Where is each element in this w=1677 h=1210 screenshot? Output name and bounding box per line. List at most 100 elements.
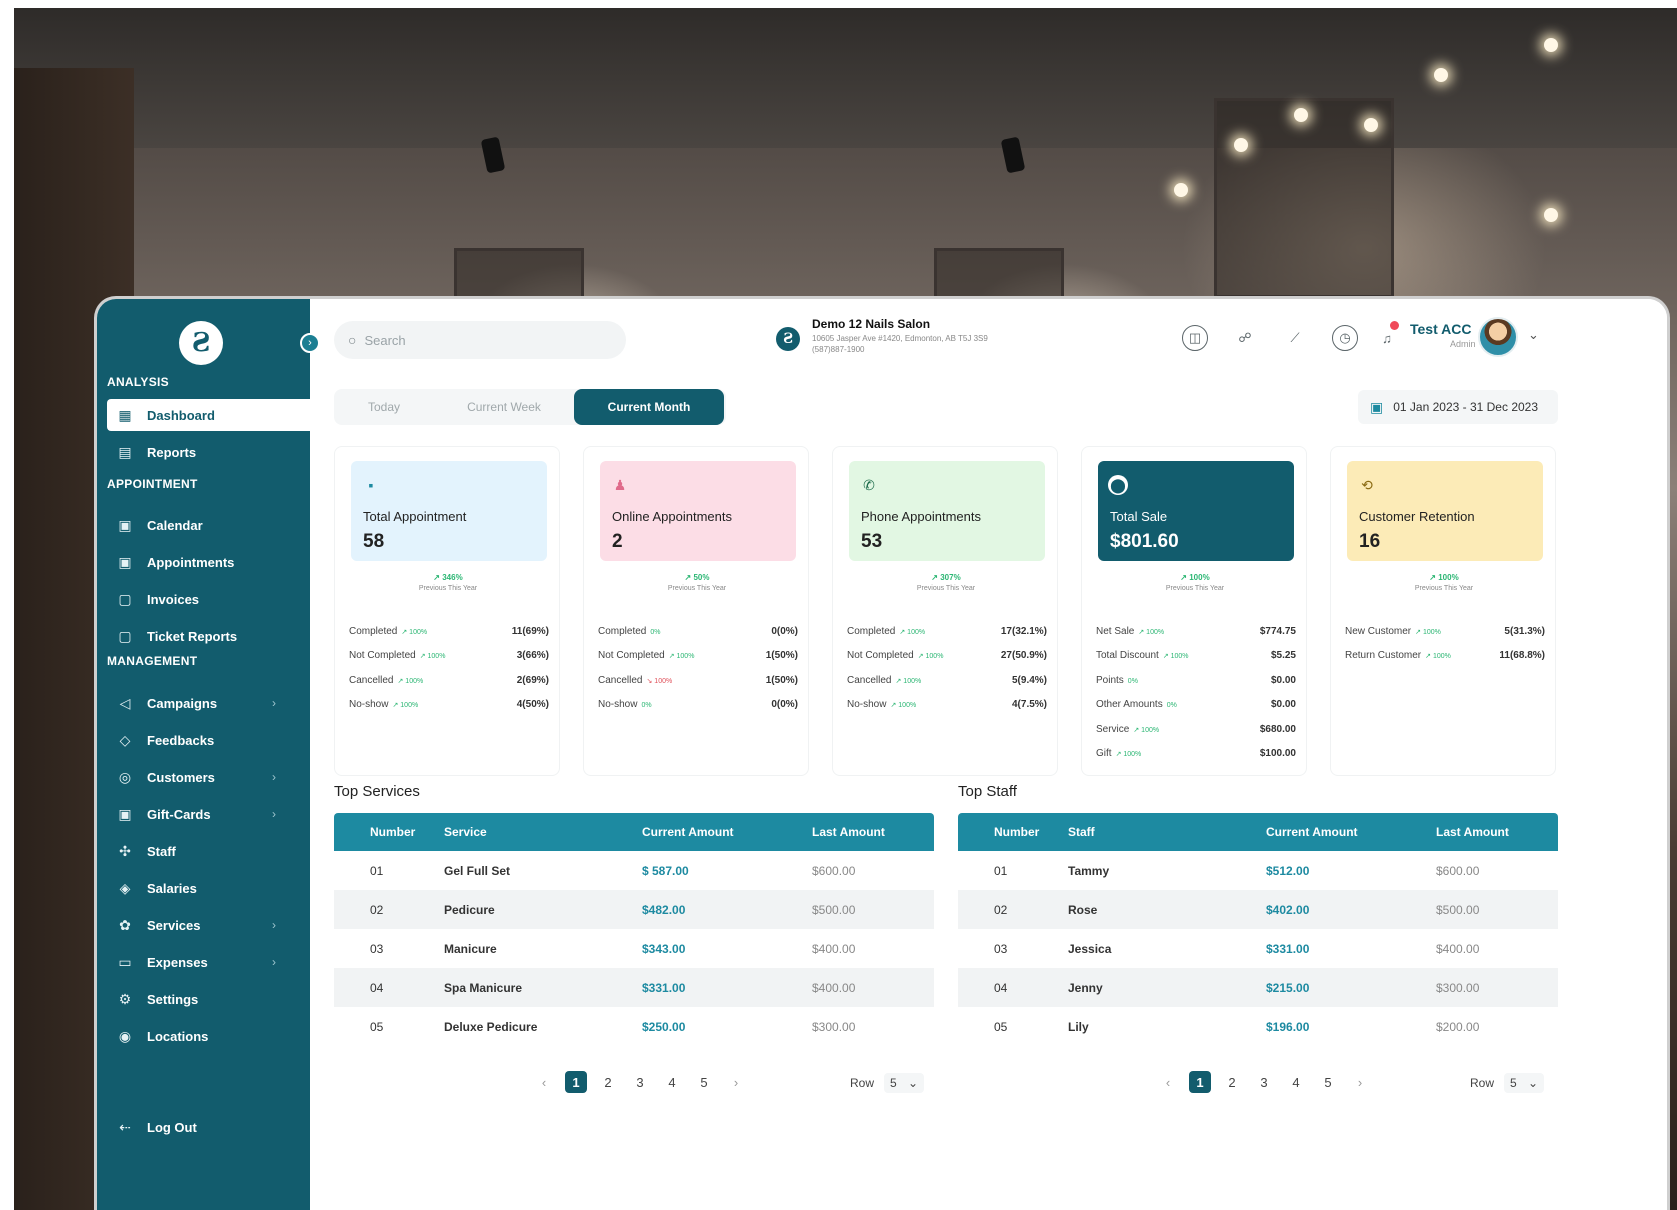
- chart-icon[interactable]: ⟋: [1282, 325, 1308, 351]
- column-header[interactable]: Current Amount: [1266, 825, 1436, 839]
- sidebar-item-services[interactable]: ✿ Services ›: [107, 909, 310, 941]
- column-header[interactable]: Staff: [1068, 825, 1266, 839]
- salon-phone: (587)887-1900: [812, 345, 865, 354]
- table-cell: $500.00: [812, 902, 856, 917]
- sidebar-item-settings[interactable]: ⚙ Settings: [107, 983, 310, 1015]
- page-number[interactable]: 3: [1248, 1075, 1280, 1090]
- sidebar-item-label: Expenses: [147, 954, 208, 970]
- stat-card-rows: Completed ↗ 100% 11(69%) Not Completed ↗ 1…: [349, 619, 549, 717]
- sidebar-item-staff[interactable]: ✣ Staff: [107, 835, 310, 867]
- column-header[interactable]: Current Amount: [642, 825, 812, 839]
- stat-card-phone-appointments[interactable]: ✆ Phone Appointments 53 ↗ 307% Previous …: [832, 446, 1058, 776]
- stat-row-value: 0(0%): [771, 699, 798, 711]
- stat-row-value: $774.75: [1259, 625, 1296, 637]
- page-number[interactable]: 3: [624, 1075, 656, 1090]
- chevron-down-icon[interactable]: ⌄: [1528, 327, 1539, 343]
- logout-button[interactable]: ⇠ Log Out: [107, 1111, 310, 1143]
- table-row[interactable]: 02 Rose $402.00 $500.00: [958, 890, 1558, 929]
- date-range-picker[interactable]: ▣ 01 Jan 2023 - 31 Dec 2023: [1358, 390, 1558, 424]
- avatar[interactable]: [1478, 317, 1518, 357]
- sidebar-item-label: Customers: [147, 769, 215, 785]
- stat-card-trend-caption: Previous This Year: [1165, 585, 1225, 592]
- stat-row-value: 1(50%): [765, 650, 798, 662]
- table-cell: $331.00: [642, 980, 686, 995]
- stat-row-label: No-show ↗ 100%: [349, 699, 418, 710]
- tab-current-week[interactable]: Current Week: [434, 389, 574, 425]
- table-row[interactable]: 04 Jenny $215.00 $300.00: [958, 968, 1558, 1007]
- sidebar-item-dashboard[interactable]: ▦ Dashboard: [107, 399, 310, 431]
- sidebar-item-expenses[interactable]: ▭ Expenses ›: [107, 946, 310, 978]
- table-cell: $400.00: [812, 941, 856, 956]
- stat-card-online-appointments[interactable]: ♟ Online Appointments 2 ↗ 50% Previous T…: [583, 446, 809, 776]
- chevron-right-icon[interactable]: ›: [1344, 1075, 1376, 1090]
- stat-row-value: 4(50%): [516, 699, 549, 711]
- stat-row-label: Cancelled ↗ 100%: [847, 675, 921, 686]
- page-number[interactable]: 4: [656, 1075, 688, 1090]
- user-role: Admin: [1450, 339, 1476, 349]
- sidebar-item-calendar[interactable]: ▣ Calendar: [107, 509, 310, 541]
- tab-current-month[interactable]: Current Month: [574, 389, 724, 425]
- table-row[interactable]: 01 Tammy $512.00 $600.00: [958, 851, 1558, 890]
- page-number[interactable]: 1: [565, 1071, 587, 1093]
- table-row[interactable]: 03 Jessica $331.00 $400.00: [958, 929, 1558, 968]
- table-row[interactable]: 05 Lily $196.00 $200.00: [958, 1007, 1558, 1046]
- chevron-right-icon[interactable]: ›: [720, 1075, 752, 1090]
- gear-icon: ⚙: [118, 991, 132, 1007]
- table-row[interactable]: 04 Spa Manicure $331.00 $400.00: [334, 968, 934, 1007]
- column-header[interactable]: Number: [958, 825, 1068, 839]
- stat-card-total-appointment[interactable]: ▪ Total Appointment 58 ↗ 346% Previous T…: [334, 446, 560, 776]
- row-dropdown[interactable]: 5 ⌄: [884, 1073, 925, 1093]
- user-name[interactable]: Test ACC: [1410, 321, 1471, 337]
- page-number[interactable]: 2: [1216, 1075, 1248, 1090]
- stat-row-value: $100.00: [1259, 748, 1296, 760]
- page-number[interactable]: 2: [592, 1075, 624, 1090]
- top-services-table: Number Service Current Amount Last Amount 01…: [334, 813, 934, 1046]
- sidebar-item-appointments[interactable]: ▣ Appointments: [107, 546, 310, 578]
- page-number[interactable]: 4: [1280, 1075, 1312, 1090]
- page-number[interactable]: 5: [688, 1075, 720, 1090]
- card-icon: ♟: [613, 476, 627, 493]
- column-header[interactable]: Last Amount: [812, 825, 934, 839]
- table-row[interactable]: 01 Gel Full Set $ 587.00 $600.00: [334, 851, 934, 890]
- feedback-icon: ◇: [119, 732, 131, 748]
- stat-row-label: Total Discount ↗ 100%: [1096, 650, 1189, 661]
- sidebar-item-customers[interactable]: ◎ Customers ›: [107, 761, 310, 793]
- chevron-left-icon[interactable]: ‹: [528, 1075, 560, 1090]
- app-logo-icon[interactable]: Ƨ: [179, 321, 223, 365]
- sidebar-item-ticket-reports[interactable]: ▢ Ticket Reports: [107, 620, 310, 652]
- search-input[interactable]: ○ Search: [334, 321, 626, 359]
- sidebar-item-salaries[interactable]: ◈ Salaries: [107, 872, 310, 904]
- stat-row-label: Points 0%: [1096, 675, 1138, 686]
- stat-card-header: ⟲ Customer Retention 16: [1347, 461, 1543, 561]
- column-header[interactable]: Service: [444, 825, 642, 839]
- table-cell: Tammy: [1068, 863, 1110, 878]
- column-header[interactable]: Number: [334, 825, 444, 839]
- services-row-select[interactable]: Row 5 ⌄: [850, 1073, 925, 1093]
- page-number[interactable]: 5: [1312, 1075, 1344, 1090]
- stat-row: Cancelled ↗ 100% 2(69%): [349, 668, 549, 693]
- column-header[interactable]: Last Amount: [1436, 825, 1558, 839]
- sidebar-item-invoices[interactable]: ▢ Invoices: [107, 583, 310, 615]
- stat-card-rows: New Customer ↗ 100% 5(31.3%) Return Custo…: [1345, 619, 1545, 668]
- chat-icon[interactable]: ◫: [1182, 325, 1208, 351]
- users-icon[interactable]: ☍: [1232, 325, 1258, 351]
- page-number[interactable]: 1: [1189, 1071, 1211, 1093]
- table-row[interactable]: 03 Manicure $343.00 $400.00: [334, 929, 934, 968]
- stat-row: Completed ↗ 100% 17(32.1%): [847, 619, 1047, 644]
- table-cell: 04: [370, 980, 384, 995]
- sidebar-item-locations[interactable]: ◉ Locations: [107, 1020, 310, 1052]
- sidebar-item-campaigns[interactable]: ◁ Campaigns ›: [107, 687, 310, 719]
- sidebar-collapse-button[interactable]: ›: [300, 333, 320, 353]
- sidebar-item-reports[interactable]: ▤ Reports: [107, 436, 310, 468]
- tab-today[interactable]: Today: [334, 389, 434, 425]
- staff-row-select[interactable]: Row 5 ⌄: [1470, 1073, 1545, 1093]
- table-row[interactable]: 02 Pedicure $482.00 $500.00: [334, 890, 934, 929]
- row-dropdown[interactable]: 5 ⌄: [1504, 1073, 1545, 1093]
- clock-icon[interactable]: ◷: [1332, 325, 1358, 351]
- sidebar-item-feedbacks[interactable]: ◇ Feedbacks: [107, 724, 310, 756]
- sidebar-item-gift-cards[interactable]: ▣ Gift-Cards ›: [107, 798, 310, 830]
- stat-card-customer-retention[interactable]: ⟲ Customer Retention 16 ↗ 100% Previous …: [1330, 446, 1556, 776]
- chevron-left-icon[interactable]: ‹: [1152, 1075, 1184, 1090]
- table-row[interactable]: 05 Deluxe Pedicure $250.00 $300.00: [334, 1007, 934, 1046]
- stat-card-total-sale[interactable]: ⬤ Total Sale $801.60 ↗ 100% Previous Thi…: [1081, 446, 1307, 776]
